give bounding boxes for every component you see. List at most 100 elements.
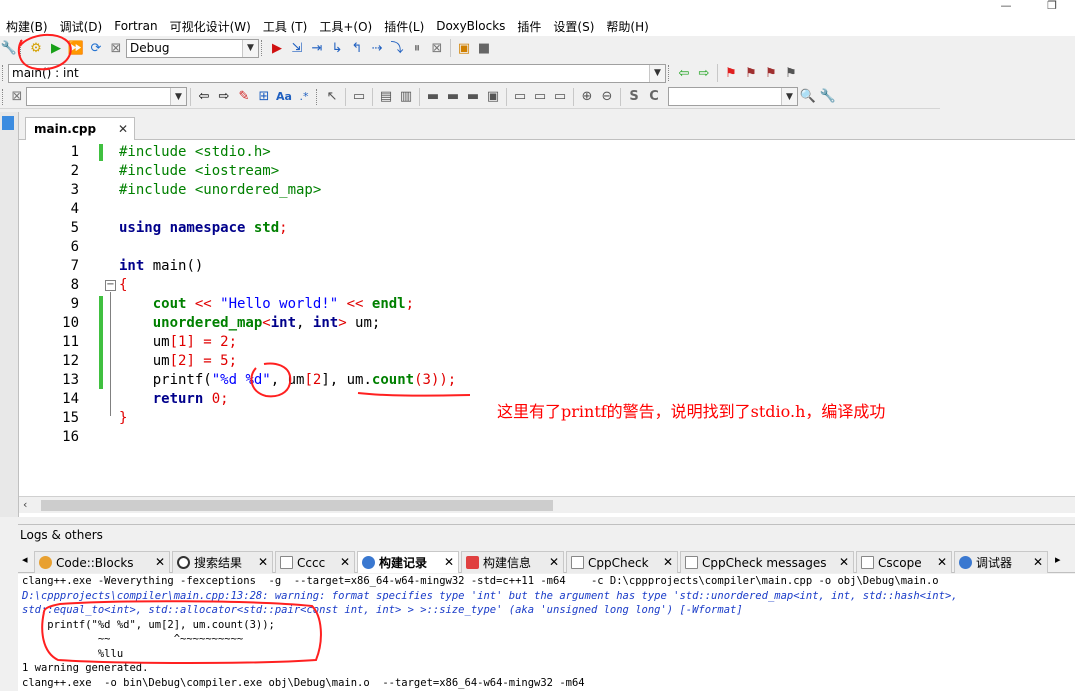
label-icon[interactable]: ▥ — [396, 87, 416, 107]
selected-text-icon[interactable]: ⊞ — [254, 87, 274, 107]
scrollbar-thumb[interactable] — [41, 500, 553, 511]
menu-help[interactable]: 帮助(H) — [600, 18, 654, 35]
clear-search-icon[interactable]: ⊠ — [8, 87, 26, 107]
close-icon[interactable]: ✕ — [155, 555, 165, 569]
code-area[interactable]: #include <stdio.h> #include <iostream> #… — [119, 140, 1069, 496]
toolbar-grip[interactable] — [668, 65, 671, 81]
close-icon[interactable]: ✕ — [937, 555, 947, 569]
minimize-icon[interactable]: — — [983, 0, 1029, 16]
menu-tools-plus[interactable]: 工具+(O) — [313, 18, 378, 35]
restore-icon[interactable]: ❐ — [1029, 0, 1075, 16]
tab-cppcheck[interactable]: CppCheck ✕ — [566, 551, 678, 573]
horizontal-scrollbar[interactable]: ‹ — [19, 496, 1075, 513]
menu-doxyblocks[interactable]: DoxyBlocks — [430, 19, 511, 33]
jump-back-icon[interactable]: ⇦ — [674, 63, 694, 83]
image-icon[interactable]: ▤ — [376, 87, 396, 107]
toolbar-grip[interactable] — [261, 40, 264, 56]
chevron-down-icon[interactable]: ▼ — [781, 88, 797, 105]
close-icon[interactable]: ✕ — [663, 555, 673, 569]
toolbar-grip[interactable] — [2, 65, 5, 81]
panel-indicator[interactable] — [2, 116, 14, 130]
wrench-icon[interactable]: 🔧 — [0, 38, 18, 58]
bookmark-prev-icon[interactable]: ⚑ — [741, 63, 761, 83]
match-case-icon[interactable]: Aa — [274, 87, 294, 107]
chevron-down-icon[interactable]: ▼ — [649, 64, 665, 82]
panel-icon[interactable]: ▬ — [423, 87, 443, 107]
magnifier-icon[interactable]: 🔍 — [798, 87, 818, 107]
bookmark-clear-icon[interactable]: ⚑ — [781, 63, 801, 83]
bookmark-next-icon[interactable]: ⚑ — [761, 63, 781, 83]
run-icon[interactable]: ▶ — [46, 38, 66, 58]
pointer-icon[interactable]: ↖ — [322, 87, 342, 107]
close-icon[interactable]: ✕ — [118, 122, 128, 136]
build-gear-icon[interactable]: ⚙ — [26, 38, 46, 58]
next-line-icon[interactable]: ⇥ — [307, 38, 327, 58]
highlight-icon[interactable]: ✎ — [234, 87, 254, 107]
box2-icon[interactable]: ▭ — [530, 87, 550, 107]
tab-codeblocks[interactable]: Code::Blocks ✕ — [34, 551, 170, 573]
tab-cccc[interactable]: Cccc ✕ — [275, 551, 355, 573]
settings-wrench-icon[interactable]: 🔧 — [818, 87, 838, 107]
fold-toggle-icon[interactable]: − — [105, 280, 116, 291]
toolbar-grip[interactable] — [2, 88, 5, 105]
regex-icon[interactable]: .* — [294, 87, 314, 107]
menu-tools[interactable]: 工具 (T) — [257, 18, 314, 35]
build-log-output[interactable]: clang++.exe -Weverything -fexceptions -g… — [18, 574, 1075, 691]
close-icon[interactable]: ✕ — [258, 555, 268, 569]
step-out-icon[interactable]: ↰ — [347, 38, 367, 58]
toolbar-grip[interactable] — [316, 88, 319, 105]
search-secondary-combo[interactable]: ▼ — [668, 87, 798, 106]
build-target-select[interactable]: Debug ▼ — [126, 38, 259, 58]
tab-scroll-left-icon[interactable]: ◂ — [22, 553, 28, 566]
c-icon[interactable]: C — [644, 87, 664, 107]
box3-icon[interactable]: ▭ — [550, 87, 570, 107]
tab-main-cpp[interactable]: main.cpp ✕ — [25, 117, 135, 140]
rebuild-icon[interactable]: ⟳ — [86, 38, 106, 58]
scope-select[interactable]: main() : int ▼ — [8, 63, 666, 83]
abort-icon[interactable]: ⊠ — [106, 38, 126, 58]
tab-build-log[interactable]: 构建记录 ✕ — [357, 551, 459, 573]
menu-plugins[interactable]: 插件 — [511, 18, 547, 35]
box-icon[interactable]: ▭ — [510, 87, 530, 107]
close-icon[interactable]: ✕ — [839, 555, 849, 569]
scroll-left-icon[interactable]: ‹ — [23, 498, 27, 511]
panel2-icon[interactable]: ▬ — [443, 87, 463, 107]
menu-debug[interactable]: 调试(D) — [54, 18, 109, 35]
menu-build[interactable]: 构建(B) — [0, 18, 54, 35]
tab-cppcheck-messages[interactable]: CppCheck messages ✕ — [680, 551, 854, 573]
zoom-out-icon[interactable]: ⊖ — [597, 87, 617, 107]
chevron-down-icon[interactable]: ▼ — [242, 39, 258, 57]
s-icon[interactable]: S — [624, 87, 644, 107]
bookmark-toggle-icon[interactable]: ⚑ — [721, 63, 741, 83]
menu-visual-design[interactable]: 可视化设计(W) — [164, 18, 257, 35]
stop-debug-icon[interactable]: ⊠ — [427, 38, 447, 58]
build-and-run-icon[interactable]: ⏩ — [66, 38, 86, 58]
panel3-icon[interactable]: ▬ — [463, 87, 483, 107]
debug-windows-icon[interactable]: ▣ — [454, 38, 474, 58]
close-icon[interactable]: ✕ — [1033, 555, 1043, 569]
next-instruction-icon[interactable]: ⇢ — [367, 38, 387, 58]
tab-scroll-right-icon[interactable]: ▸ — [1055, 553, 1061, 566]
run-to-cursor-icon[interactable]: ⇲ — [287, 38, 307, 58]
panel4-icon[interactable]: ▣ — [483, 87, 503, 107]
menu-settings[interactable]: 设置(S) — [547, 18, 600, 35]
close-icon[interactable]: ✕ — [444, 555, 454, 569]
step-instruction-icon[interactable]: ⤵ — [387, 38, 407, 58]
tab-cscope[interactable]: Cscope ✕ — [856, 551, 952, 573]
debug-start-icon[interactable]: ▶ — [267, 38, 287, 58]
tab-debugger[interactable]: 调试器 ✕ — [954, 551, 1048, 573]
pause-icon[interactable]: ⏸ — [407, 38, 427, 58]
tab-build-messages[interactable]: 构建信息 ✕ — [461, 551, 564, 573]
tab-search-results[interactable]: 搜索结果 ✕ — [172, 551, 273, 573]
jump-forward-icon[interactable]: ⇨ — [694, 63, 714, 83]
menu-plugins-l[interactable]: 插件(L) — [378, 18, 430, 35]
zoom-in-icon[interactable]: ⊕ — [577, 87, 597, 107]
search-combo[interactable]: ▼ — [26, 87, 187, 106]
close-icon[interactable]: ✕ — [340, 555, 350, 569]
close-icon[interactable]: ✕ — [549, 555, 559, 569]
step-into-icon[interactable]: ↳ — [327, 38, 347, 58]
chevron-down-icon[interactable]: ▼ — [170, 88, 186, 105]
rect-icon[interactable]: ▭ — [349, 87, 369, 107]
menu-fortran[interactable]: Fortran — [108, 19, 163, 33]
info-window-icon[interactable]: ■ — [474, 38, 494, 58]
